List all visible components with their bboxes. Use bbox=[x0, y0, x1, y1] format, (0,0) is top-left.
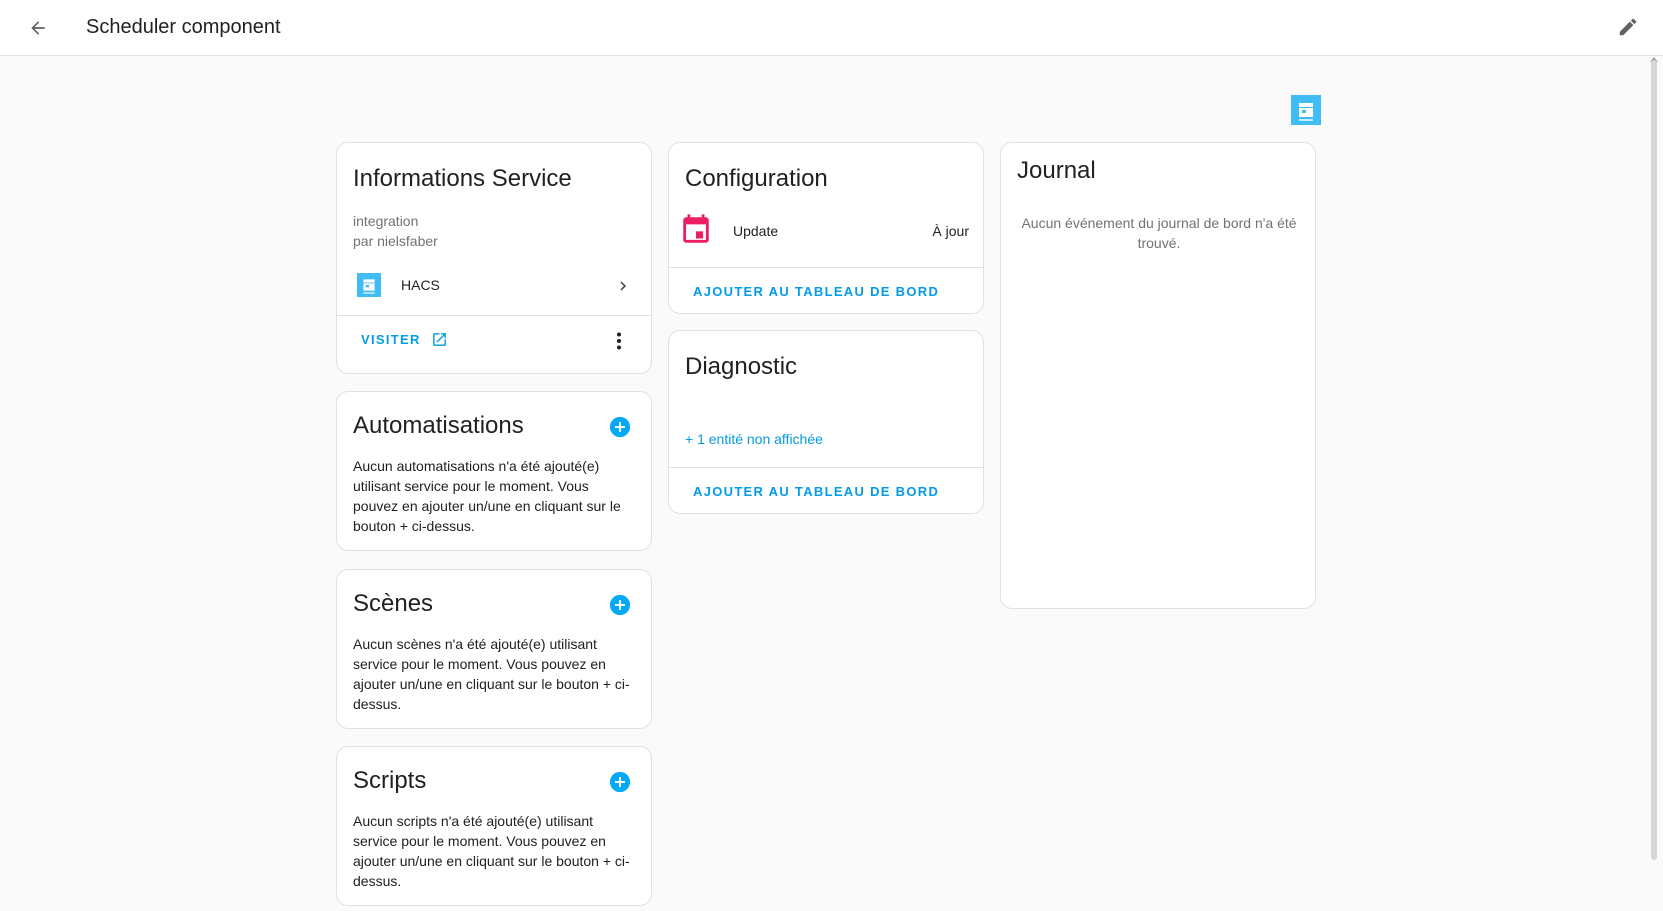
top-app-bar: Scheduler component bbox=[0, 0, 1663, 56]
scenes-empty-text: Aucun scènes n'a été ajouté(e) utilisant… bbox=[353, 636, 630, 712]
scenes-card: Scènes Aucun scènes n'a été ajouté(e) ut… bbox=[336, 569, 652, 729]
scenes-title: Scènes bbox=[353, 590, 434, 617]
diagnostic-title: Diagnostic bbox=[685, 353, 798, 380]
hidden-entities-link[interactable]: + 1 entité non affichée bbox=[685, 431, 823, 447]
automations-card: Automatisations Aucun automatisations n'… bbox=[336, 391, 652, 551]
info-card: Informations Service integration par nie… bbox=[336, 142, 652, 374]
card-divider bbox=[669, 267, 983, 268]
open-in-new-icon bbox=[433, 333, 446, 347]
hacs-logo-icon bbox=[357, 273, 381, 297]
visit-label: VISITER bbox=[361, 332, 421, 348]
automations-empty-text: Aucun automatisations n'a été ajouté(e) … bbox=[353, 458, 621, 534]
journal-title: Journal bbox=[1017, 157, 1096, 184]
diagnostic-card: Diagnostic + 1 entité non affichée AJOUT… bbox=[668, 330, 984, 514]
hacs-row[interactable]: HACS bbox=[337, 269, 653, 305]
arrow-left-icon bbox=[31, 21, 45, 35]
info-card-title: Informations Service bbox=[353, 165, 572, 192]
dots-vertical-icon bbox=[617, 332, 621, 350]
overflow-menu-button[interactable] bbox=[607, 329, 631, 353]
add-scene-button[interactable] bbox=[609, 594, 631, 616]
update-entity-row[interactable]: Update À jour bbox=[669, 211, 985, 251]
edit-button[interactable] bbox=[1617, 16, 1641, 40]
update-entity-name: Update bbox=[733, 223, 779, 239]
automations-title: Automatisations bbox=[353, 412, 524, 439]
back-button[interactable] bbox=[24, 14, 52, 42]
card-divider bbox=[669, 467, 983, 468]
add-script-button[interactable] bbox=[609, 771, 631, 793]
configuration-title: Configuration bbox=[685, 165, 828, 192]
scripts-card: Scripts Aucun scripts n'a été ajouté(e) … bbox=[336, 746, 652, 906]
page-scrollbar[interactable] bbox=[1651, 60, 1657, 860]
calendar-icon bbox=[683, 214, 709, 243]
card-divider bbox=[337, 315, 651, 316]
scripts-empty-text: Aucun scripts n'a été ajouté(e) utilisan… bbox=[353, 813, 630, 889]
add-automation-button[interactable] bbox=[609, 416, 631, 438]
add-to-dashboard-button[interactable]: AJOUTER AU TABLEAU DE BORD bbox=[693, 484, 939, 499]
scripts-title: Scripts bbox=[353, 767, 427, 794]
hacs-logo-icon bbox=[1291, 95, 1321, 125]
author-line: par nielsfaber bbox=[353, 233, 438, 249]
chevron-right-icon bbox=[620, 281, 626, 291]
configuration-card: Configuration Update À jour AJOUTER AU T… bbox=[668, 142, 984, 314]
journal-card: Journal Aucun événement du journal de bo… bbox=[1000, 142, 1316, 609]
page-title: Scheduler component bbox=[86, 16, 281, 38]
pencil-icon bbox=[1619, 18, 1637, 36]
hacs-label: HACS bbox=[401, 277, 440, 293]
update-entity-state: À jour bbox=[932, 223, 969, 239]
journal-empty-text: Aucun événement du journal de bord n'a é… bbox=[1021, 215, 1297, 251]
visit-button[interactable]: VISITER bbox=[361, 331, 448, 355]
integration-type: integration bbox=[353, 213, 419, 229]
add-to-dashboard-button[interactable]: AJOUTER AU TABLEAU DE BORD bbox=[693, 284, 939, 299]
